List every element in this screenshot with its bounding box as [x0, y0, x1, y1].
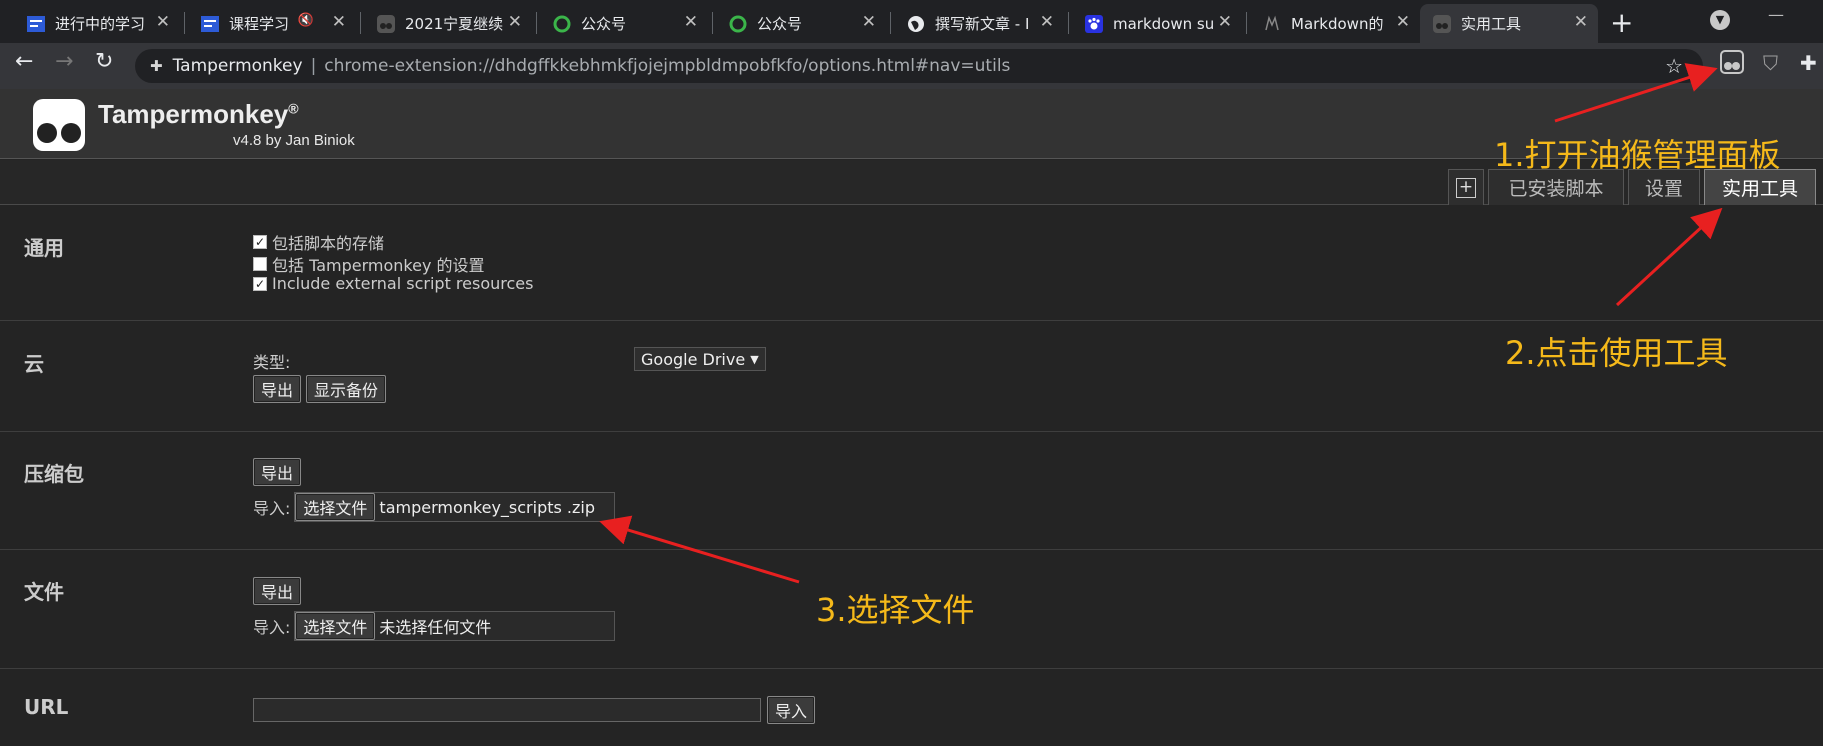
import-label: 导入:: [253, 499, 291, 518]
browser-tab-4[interactable]: 公众号 ✕: [540, 4, 708, 43]
checkbox-checked[interactable]: ✓: [253, 276, 267, 291]
cloud-type-select[interactable]: Google Drive ▼: [634, 347, 766, 371]
bookmark-star-icon[interactable]: ☆: [1665, 54, 1683, 78]
file-input[interactable]: 选择文件 未选择任何文件: [294, 611, 616, 641]
url-import-button[interactable]: 导入: [767, 696, 816, 724]
option-label: 包括脚本的存储: [272, 234, 385, 253]
zip-export-button[interactable]: 导出: [253, 458, 302, 486]
option-label: Include external script resources: [272, 274, 534, 293]
browser-tab-8[interactable]: Markdown的 ✕: [1250, 4, 1420, 43]
url-import-row: 导入: [253, 696, 816, 724]
close-icon[interactable]: ✕: [156, 12, 170, 32]
tampermonkey-icon: [1432, 14, 1452, 34]
browser-tab-6[interactable]: 撰写新文章 - I ✕: [894, 4, 1064, 43]
minimize-icon[interactable]: —: [1768, 5, 1784, 24]
option-include-storage[interactable]: ✓ 包括脚本的存储: [253, 230, 384, 254]
blue-doc-icon: [200, 14, 220, 34]
baidu-paw-icon: [1084, 14, 1104, 34]
choose-file-button[interactable]: 选择文件: [295, 612, 376, 640]
cloud-export-button[interactable]: 导出: [253, 375, 302, 403]
option-include-tm-settings[interactable]: 包括 Tampermonkey 的设置: [253, 252, 485, 276]
close-icon[interactable]: ✕: [332, 12, 346, 32]
globe-icon: [906, 14, 926, 34]
file-import-row: 导入: 选择文件 未选择任何文件: [253, 611, 616, 641]
browser-tab-3[interactable]: 2021宁夏继续 ✕: [364, 4, 532, 43]
file-export-row: 导出: [253, 577, 302, 605]
selected-filename: 未选择任何文件: [379, 618, 492, 637]
browser-tab-1[interactable]: 进行中的学习 ✕: [14, 4, 180, 43]
browser-tab-active[interactable]: 实用工具 ✕: [1420, 4, 1598, 43]
close-icon[interactable]: ✕: [508, 12, 522, 32]
section-label: URL: [24, 695, 69, 719]
zip-file-input[interactable]: 选择文件 tampermonkey_scripts .zip: [294, 492, 616, 522]
selected-filename: tampermonkey_scripts .zip: [379, 497, 595, 517]
browser-toolbar: ← → ↻ ✚ Tampermonkey | chrome-extension:…: [0, 43, 1823, 89]
tab-title: Markdown的: [1291, 15, 1384, 33]
show-backup-button[interactable]: 显示备份: [306, 375, 387, 403]
wechat-icon: [728, 14, 748, 34]
section-label: 通用: [24, 236, 64, 260]
github-icon: [1262, 14, 1282, 34]
tab-new-script[interactable]: +: [1448, 169, 1484, 205]
cloud-type-label: 类型:: [253, 353, 291, 372]
address-url: chrome-extension://dhdgffkkebhmkfjojejmp…: [324, 56, 1011, 76]
new-tab-plus-icon[interactable]: +: [1610, 6, 1633, 39]
address-bar[interactable]: ✚ Tampermonkey | chrome-extension://dhdg…: [135, 49, 1703, 83]
zip-export-row: 导出: [253, 458, 302, 486]
app-title: Tampermonkey®: [98, 99, 299, 129]
tab-title: 课程学习: [229, 15, 290, 33]
shield-extension-icon[interactable]: ⛉: [1763, 51, 1778, 75]
extensions-puzzle-icon[interactable]: ✚: [1800, 51, 1817, 75]
forward-arrow-icon[interactable]: →: [55, 49, 73, 74]
zip-import-row: 导入: 选择文件 tampermonkey_scripts .zip: [253, 492, 616, 522]
app-version: v4.8 by Jan Biniok: [233, 132, 355, 149]
choose-file-button[interactable]: 选择文件: [295, 493, 376, 521]
browser-tab-strip: 进行中的学习 ✕ 课程学习 🔇 ✕ 2021宁夏继续 ✕ 公众号 ✕ 公众号 ✕…: [0, 0, 1823, 43]
browser-tab-2[interactable]: 课程学习 🔇 ✕: [188, 4, 356, 43]
close-icon[interactable]: ✕: [1574, 12, 1588, 32]
muted-speaker-icon[interactable]: 🔇: [298, 13, 314, 28]
close-icon[interactable]: ✕: [1396, 12, 1410, 32]
close-icon[interactable]: ✕: [684, 12, 698, 32]
url-input[interactable]: [253, 698, 761, 722]
tab-title: markdown su: [1113, 14, 1213, 33]
annotation-step-3: 3.选择文件: [816, 591, 975, 629]
tab-title: 2021宁夏继续: [405, 15, 503, 33]
select-value: Google Drive: [641, 349, 746, 369]
extension-puzzle-icon: ✚: [150, 57, 163, 75]
blue-doc-icon: [26, 14, 46, 34]
annotation-step-1: 1.打开油猴管理面板: [1494, 136, 1781, 174]
close-icon[interactable]: ✕: [862, 12, 876, 32]
tampermonkey-extension-icon[interactable]: [1720, 50, 1744, 74]
add-script-icon: +: [1456, 177, 1476, 198]
wechat-icon: [552, 14, 572, 34]
checkbox-checked[interactable]: ✓: [253, 235, 267, 249]
dropdown-arrow-icon: ▼: [750, 352, 759, 366]
browser-tab-7[interactable]: markdown su ✕: [1072, 4, 1242, 43]
section-label: 文件: [24, 580, 64, 604]
reload-icon[interactable]: ↻: [95, 49, 113, 74]
tab-title: 撰写新文章 - I: [935, 15, 1030, 33]
close-icon[interactable]: ✕: [1218, 12, 1232, 32]
annotation-step-2: 2.点击使用工具: [1505, 334, 1728, 372]
option-label: 包括 Tampermonkey 的设置: [272, 256, 485, 275]
section-label: 云: [24, 352, 44, 376]
tab-search-icon[interactable]: ▼: [1710, 10, 1730, 30]
tampermonkey-logo: [33, 99, 85, 151]
dark-app-icon: [376, 14, 396, 34]
checkbox-unchecked[interactable]: [253, 257, 267, 271]
close-icon[interactable]: ✕: [1040, 12, 1054, 32]
cloud-buttons: 导出 显示备份: [253, 375, 387, 403]
section-label: 压缩包: [24, 462, 84, 486]
browser-tab-5[interactable]: 公众号 ✕: [716, 4, 886, 43]
address-site-name: Tampermonkey: [172, 56, 303, 76]
option-include-external-resources[interactable]: ✓ Include external script resources: [253, 274, 533, 293]
back-arrow-icon[interactable]: ←: [15, 49, 33, 74]
import-label: 导入:: [253, 618, 291, 637]
file-export-button[interactable]: 导出: [253, 577, 302, 605]
